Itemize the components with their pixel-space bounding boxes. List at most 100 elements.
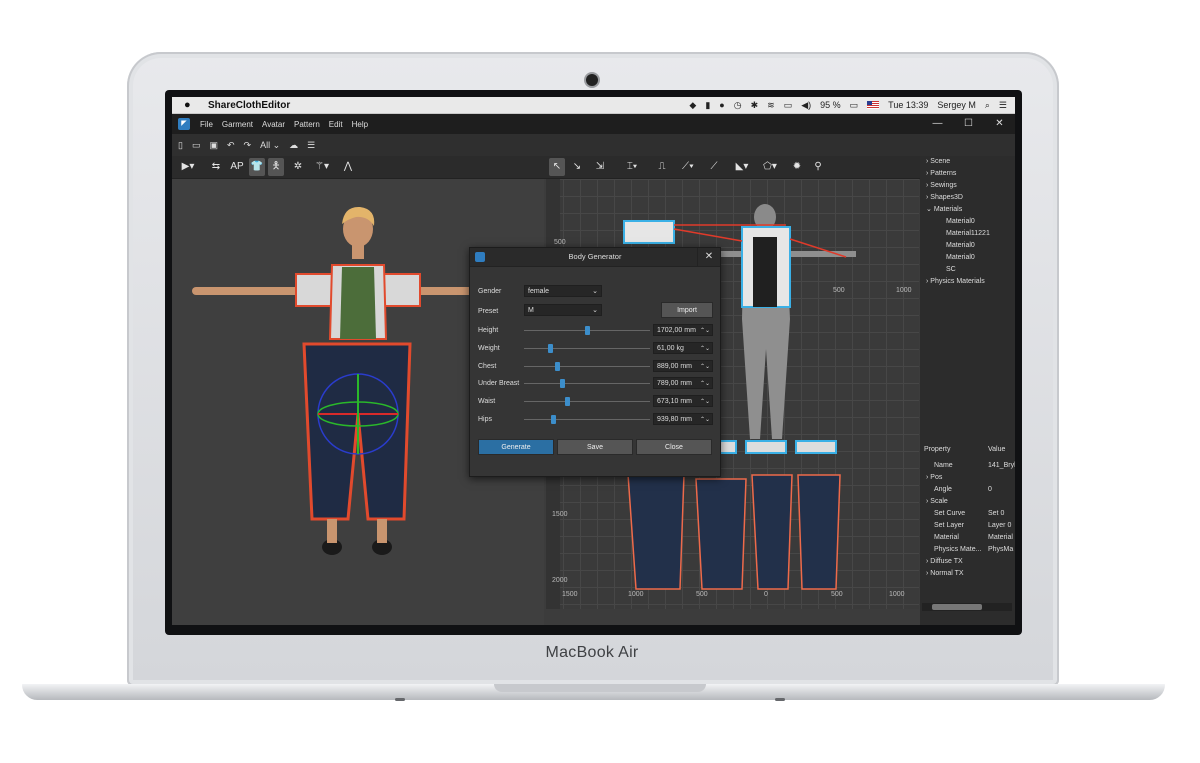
slider-handle[interactable]: [560, 379, 565, 388]
volume-icon[interactable]: ◀): [801, 100, 811, 111]
tshirt-icon[interactable]: 👕: [249, 158, 265, 176]
height-spinbox[interactable]: 1702,00 mm ⌃⌄: [653, 324, 713, 336]
property-row-name[interactable]: Name 141_Bryl: [934, 460, 1015, 472]
transform-icon[interactable]: ⌶▾: [624, 158, 640, 176]
preset-select[interactable]: M ⌄: [524, 304, 602, 316]
under-breast-slider[interactable]: [524, 379, 650, 388]
tree-item-physics-materials[interactable]: › Physics Materials: [926, 276, 985, 288]
pattern-piece-trouser-leg[interactable]: [797, 474, 841, 590]
tree-item-material[interactable]: Material11221: [946, 228, 990, 240]
generate-button[interactable]: Generate: [478, 439, 554, 455]
avatar-icon[interactable]: 🯅: [268, 158, 284, 176]
pattern-piece-trouser-leg[interactable]: [695, 478, 747, 590]
pose-icon[interactable]: ⚚▾: [314, 158, 330, 176]
curve-tool-icon[interactable]: ⟋: [706, 158, 722, 176]
battery-icon[interactable]: ▭: [850, 100, 859, 111]
property-row-pos[interactable]: › Pos: [926, 472, 1014, 484]
dropbox-icon[interactable]: ◆: [689, 100, 696, 111]
redo-icon[interactable]: ↷: [244, 140, 252, 151]
slider-handle[interactable]: [585, 326, 590, 335]
spinbox-arrows-icon[interactable]: ⌃⌄: [700, 414, 710, 426]
pattern-piece-sleeve[interactable]: [623, 220, 675, 244]
property-row-material[interactable]: Material Material: [934, 532, 1015, 544]
tree-item-scene[interactable]: › Scene: [926, 156, 950, 168]
property-row-physics-material[interactable]: Physics Mate... PhysMa: [934, 544, 1015, 556]
tree-item-material[interactable]: Material0: [946, 240, 975, 252]
weight-slider[interactable]: [524, 344, 650, 353]
ap-button[interactable]: AP: [229, 158, 245, 176]
select-points-icon[interactable]: ↘: [569, 158, 585, 176]
line-tool-icon[interactable]: ⟋▾: [680, 158, 696, 176]
menu-garment[interactable]: Garment: [222, 120, 253, 129]
menubar-app-name[interactable]: ShareClothEditor: [208, 100, 290, 111]
tree-item-material[interactable]: SC: [946, 264, 956, 276]
menubar-clock[interactable]: Tue 13:39: [888, 100, 928, 110]
evernote-icon[interactable]: ●: [719, 100, 724, 110]
height-slider[interactable]: [524, 326, 650, 335]
close-button[interactable]: Close: [636, 439, 712, 455]
slider-handle[interactable]: [551, 415, 556, 424]
pattern-piece-trouser-leg[interactable]: [627, 473, 685, 590]
apple-icon[interactable]: ●: [184, 99, 194, 111]
pattern-piece-inner[interactable]: [753, 237, 777, 307]
polygon-tool-icon[interactable]: ⬠▾: [762, 158, 778, 176]
pattern-piece-trouser-leg[interactable]: [751, 474, 793, 590]
tree-item-sewings[interactable]: › Sewings: [926, 180, 957, 192]
fold-icon[interactable]: ⎍: [654, 158, 670, 176]
input-source-flag-icon[interactable]: [867, 101, 880, 109]
property-row-normal-tx[interactable]: › Normal TX: [926, 568, 1014, 580]
spinbox-arrows-icon[interactable]: ⌃⌄: [700, 378, 710, 390]
scrollbar-thumb[interactable]: [932, 604, 982, 610]
minimize-button[interactable]: —: [922, 114, 953, 134]
bluetooth-icon[interactable]: ✱: [751, 100, 759, 111]
property-row-set-layer[interactable]: Set Layer Layer 0: [934, 520, 1015, 532]
hips-spinbox[interactable]: 939,80 mm ⌃⌄: [653, 413, 713, 425]
spinbox-arrows-icon[interactable]: ⌃⌄: [700, 325, 710, 337]
weight-spinbox[interactable]: 61,00 kg ⌃⌄: [653, 342, 713, 354]
measure-icon[interactable]: ⋀: [340, 158, 356, 176]
hips-slider[interactable]: [524, 415, 650, 424]
menu-edit[interactable]: Edit: [329, 120, 343, 129]
slider-handle[interactable]: [548, 344, 553, 353]
view-filter-select[interactable]: All ⌄: [260, 140, 280, 151]
tree-item-shapes3d[interactable]: › Shapes3D: [926, 192, 963, 204]
properties-horizontal-scrollbar[interactable]: [922, 603, 1012, 611]
play-icon[interactable]: ▶▾: [180, 158, 196, 176]
menu-avatar[interactable]: Avatar: [262, 120, 285, 129]
chest-spinbox[interactable]: 889,00 mm ⌃⌄: [653, 360, 713, 372]
new-file-icon[interactable]: ▯: [178, 140, 183, 151]
property-row-angle[interactable]: Angle 0: [934, 484, 1015, 496]
waist-spinbox[interactable]: 673,10 mm ⌃⌄: [653, 395, 713, 407]
tree-item-patterns[interactable]: › Patterns: [926, 168, 956, 180]
airplay-icon[interactable]: ▭: [784, 100, 793, 111]
tree-item-materials[interactable]: ⌄ Materials: [926, 204, 962, 216]
spotlight-search-icon[interactable]: ⌕: [985, 100, 990, 111]
pattern-piece-waistband[interactable]: [795, 440, 837, 454]
notification-center-icon[interactable]: ☰: [999, 100, 1007, 111]
property-row-set-curve[interactable]: Set Curve Set 0: [934, 508, 1015, 520]
dart-tool-icon[interactable]: ◣▾: [734, 158, 750, 176]
spinbox-arrows-icon[interactable]: ⌃⌄: [700, 396, 710, 408]
tree-item-material[interactable]: Material0: [946, 216, 975, 228]
undo-icon[interactable]: ↶: [227, 140, 235, 151]
save-button[interactable]: Save: [557, 439, 633, 455]
menu-pattern[interactable]: Pattern: [294, 120, 320, 129]
maximize-button[interactable]: ☐: [953, 114, 984, 134]
time-machine-icon[interactable]: ◷: [734, 100, 742, 111]
skeleton-icon[interactable]: ✲: [290, 158, 306, 176]
menu-file[interactable]: File: [200, 120, 213, 129]
menubar-user[interactable]: Sergey M: [937, 100, 976, 110]
select-arrow-icon[interactable]: ↖: [549, 158, 565, 176]
select-edges-icon[interactable]: ⇲: [592, 158, 608, 176]
spinbox-arrows-icon[interactable]: ⌃⌄: [700, 343, 710, 355]
sewing-line[interactable]: [673, 228, 743, 242]
settings-gear-icon[interactable]: ✹: [789, 158, 805, 176]
close-window-button[interactable]: ✕: [984, 114, 1015, 134]
save-icon[interactable]: ▣: [209, 140, 218, 151]
pattern-piece-waistband[interactable]: [745, 440, 787, 454]
spinbox-arrows-icon[interactable]: ⌃⌄: [700, 361, 710, 373]
pin-icon[interactable]: ⚲: [810, 158, 826, 176]
open-folder-icon[interactable]: ▭: [192, 140, 201, 151]
property-row-scale[interactable]: › Scale: [926, 496, 1014, 508]
tree-item-material[interactable]: Material0: [946, 252, 975, 264]
